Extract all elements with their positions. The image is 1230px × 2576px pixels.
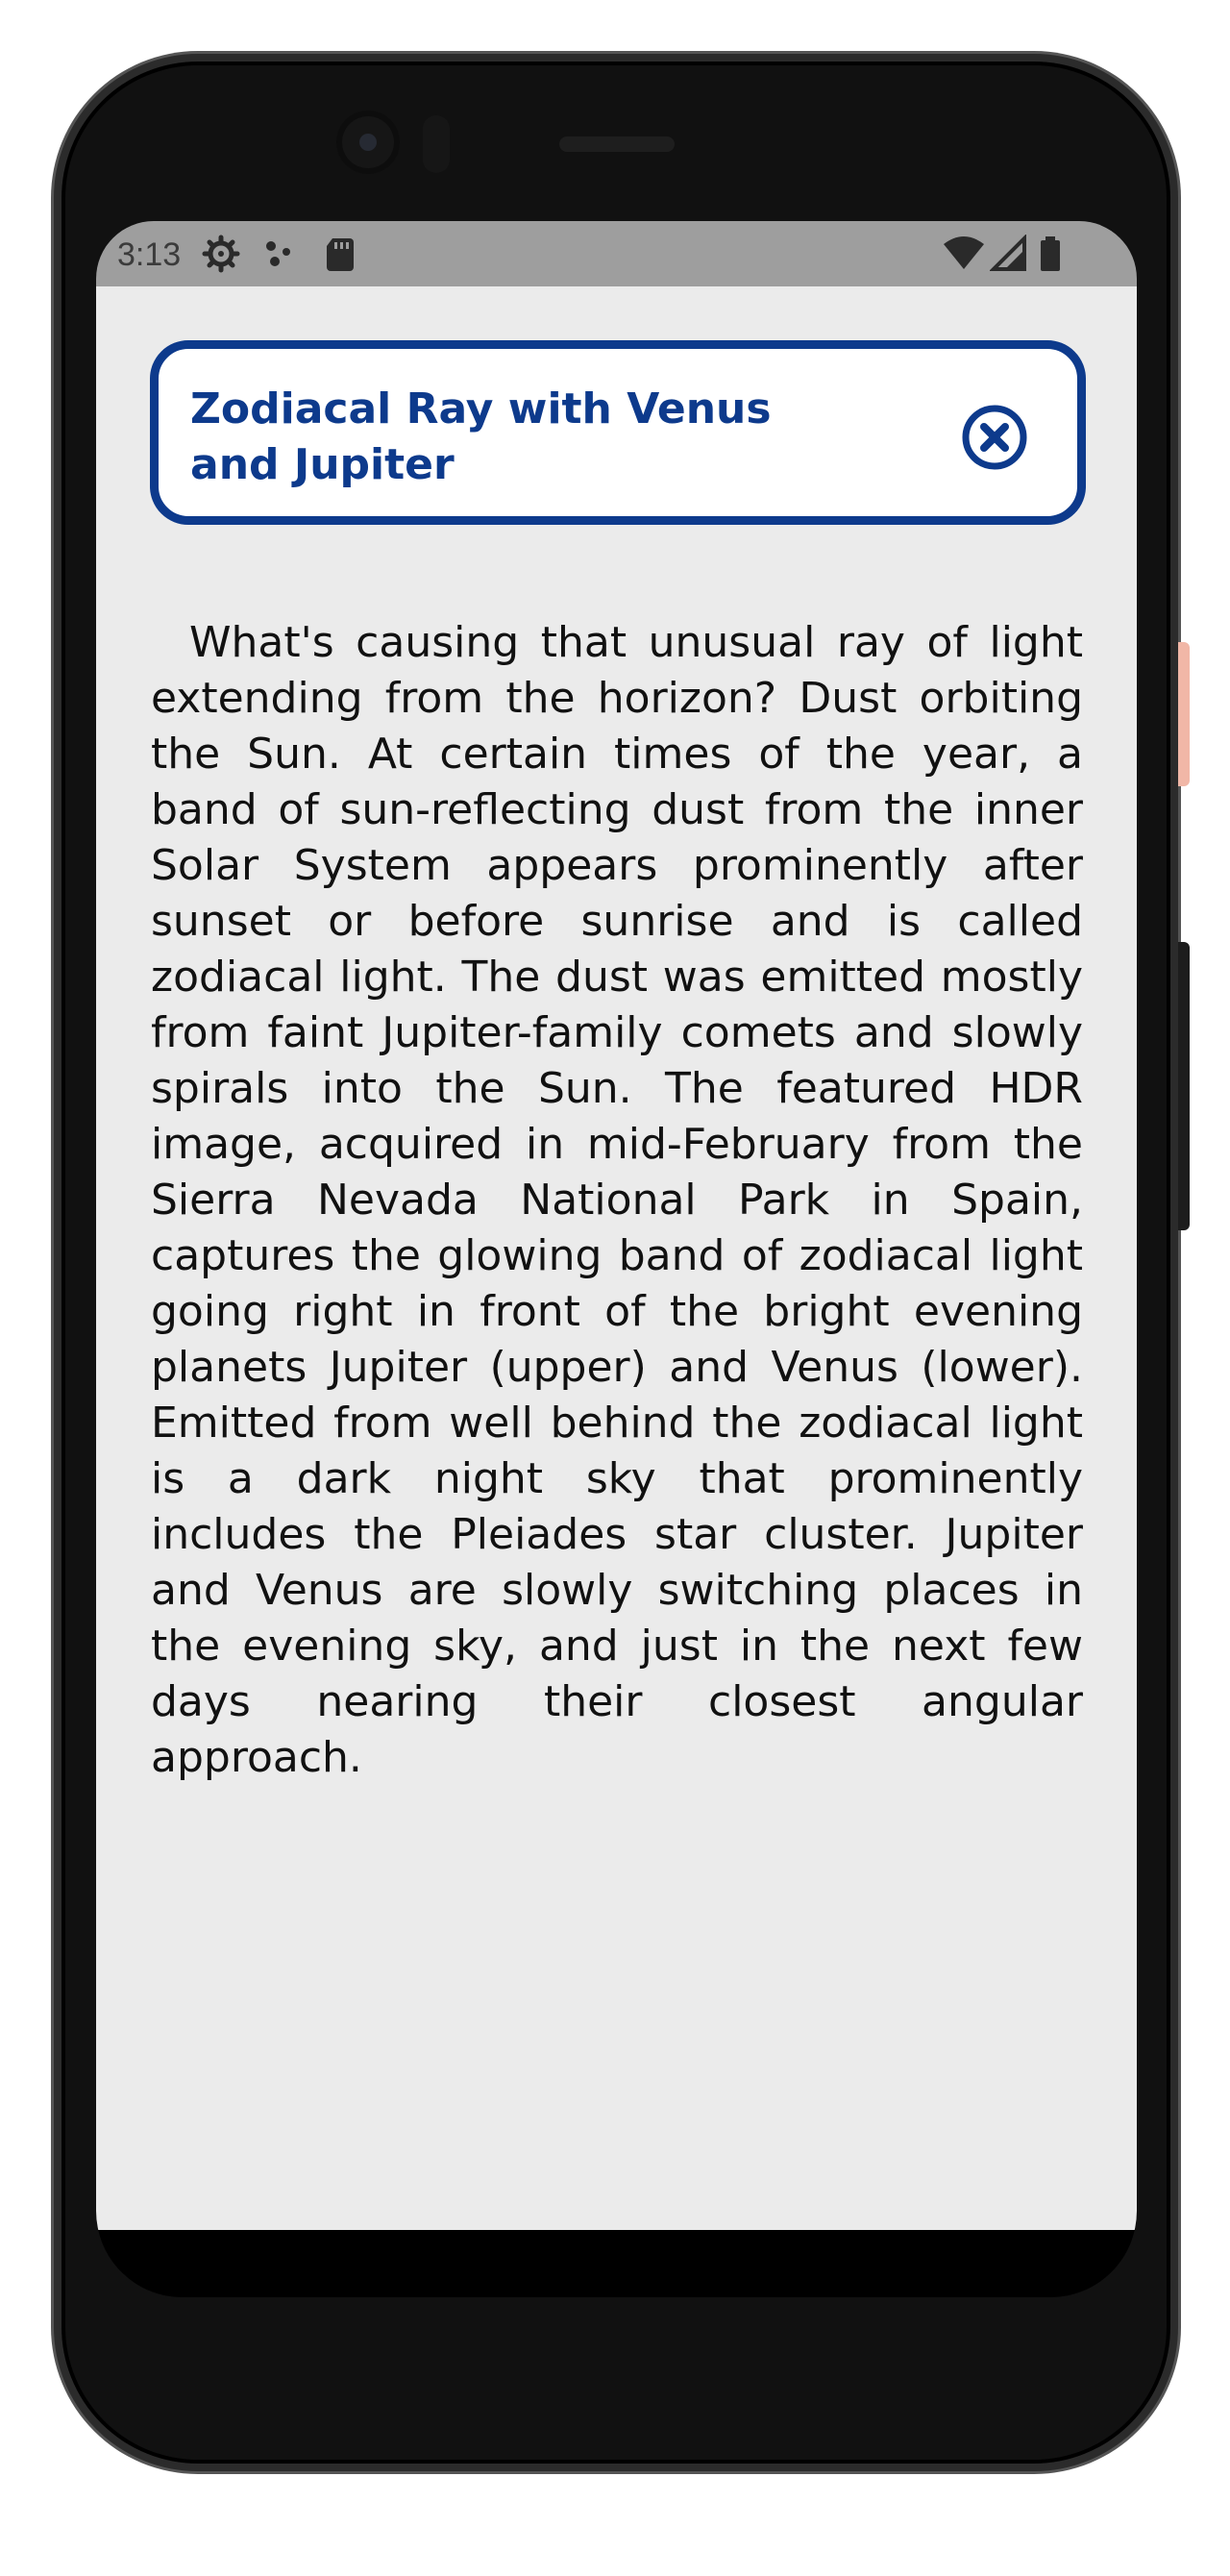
volume-key <box>1178 642 1190 786</box>
cell-signal-icon <box>989 234 1028 278</box>
article-title: Zodiacal Ray with Venus and Jupiter <box>190 384 772 489</box>
phone-screen: 3:13 Zodiacal Ray with Venus and Jupiter… <box>96 221 1137 2297</box>
status-time: 3:13 <box>117 236 182 273</box>
proximity-sensor <box>423 115 450 173</box>
sd-card-icon <box>323 235 357 278</box>
wifi-icon <box>942 235 986 278</box>
article-body: What's causing that unusual ray of light… <box>151 618 1083 1782</box>
settings-gear-icon <box>202 235 240 278</box>
notification-dots-icon <box>261 235 300 278</box>
navigation-bar <box>96 2230 1137 2297</box>
front-camera <box>336 111 400 174</box>
close-circle-icon <box>962 405 1027 470</box>
article-view: Zodiacal Ray with Venus and Jupiter What… <box>96 286 1137 2230</box>
earpiece-speaker <box>559 136 675 152</box>
title-card: Zodiacal Ray with Venus and Jupiter <box>150 340 1086 525</box>
power-key <box>1178 942 1190 1230</box>
battery-icon <box>1038 235 1063 278</box>
status-bar: 3:13 <box>96 221 1137 286</box>
close-button[interactable] <box>961 404 1028 471</box>
